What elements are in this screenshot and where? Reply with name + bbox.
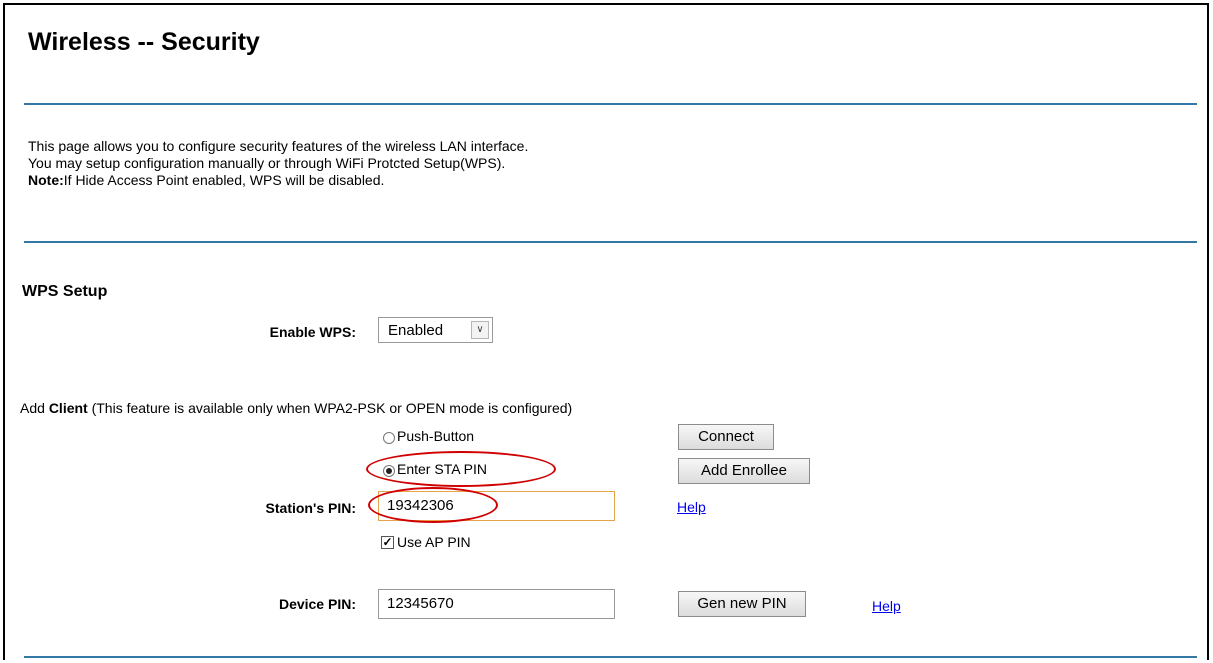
push-button-radio[interactable] — [383, 432, 395, 444]
note-text: If Hide Access Point enabled, WPS will b… — [63, 172, 385, 188]
use-ap-pin-label: Use AP PIN — [397, 534, 471, 550]
add-client-label: Add Client (This feature is available on… — [20, 400, 572, 416]
divider-bottom — [24, 656, 1197, 658]
add-client-bold: Client — [48, 400, 88, 416]
note-label: Note: — [28, 172, 64, 188]
divider-middle — [24, 241, 1197, 243]
divider-top — [24, 103, 1197, 105]
station-pin-label: Station's PIN: — [265, 500, 356, 516]
highlight-ellipse-station-pin — [368, 487, 498, 523]
device-pin-label: Device PIN: — [278, 596, 356, 612]
note-line: Note:If Hide Access Point enabled, WPS w… — [28, 172, 384, 189]
wps-setup-heading: WPS Setup — [22, 283, 108, 300]
help-link-station-pin[interactable]: Help — [677, 499, 706, 515]
highlight-ellipse-enter-pin — [366, 451, 556, 487]
chevron-down-icon[interactable]: ∨ — [471, 321, 489, 339]
description-line-2: You may setup configuration manually or … — [28, 155, 506, 171]
push-button-label: Push-Button — [397, 428, 475, 444]
enable-wps-label: Enable WPS: — [269, 324, 356, 340]
enable-wps-select[interactable]: Enabled ∨ — [378, 317, 493, 343]
add-enrollee-button[interactable]: Add Enrollee — [678, 458, 810, 484]
enable-wps-value: Enabled — [388, 322, 444, 339]
add-client-prefix: Add — [20, 400, 49, 416]
connect-button[interactable]: Connect — [678, 424, 774, 450]
use-ap-pin-checkbox[interactable]: ✓ — [381, 536, 394, 549]
add-client-note: (This feature is available only when WPA… — [87, 400, 573, 416]
description-line-1: This page allows you to configure securi… — [28, 138, 529, 154]
checkmark-icon: ✓ — [382, 535, 393, 549]
device-pin-input[interactable]: 12345670 — [378, 589, 615, 619]
page-title: Wireless -- Security — [28, 28, 260, 56]
page-frame — [3, 3, 1209, 660]
help-link-device-pin[interactable]: Help — [872, 598, 901, 614]
gen-new-pin-button[interactable]: Gen new PIN — [678, 591, 806, 617]
